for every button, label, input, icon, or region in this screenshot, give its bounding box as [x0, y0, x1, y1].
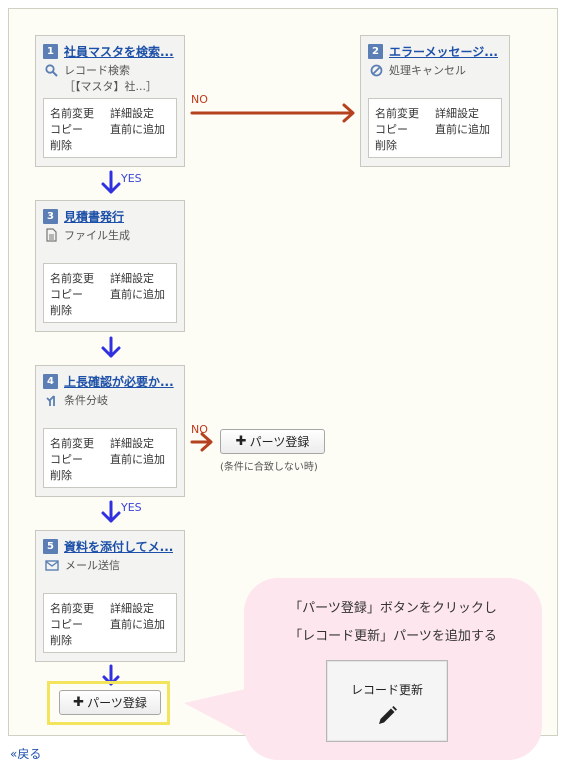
tooltip-line-2: 「レコード更新」パーツを追加する	[289, 629, 497, 644]
plus-icon: ✚	[73, 695, 85, 710]
record-update-part-button[interactable]: レコード更新	[326, 660, 448, 742]
add-parts-label: パーツ登録	[87, 696, 147, 710]
add-parts-button[interactable]: ✚ パーツ登録	[59, 690, 161, 715]
pencil-icon	[379, 706, 397, 724]
workflow-editor: NO YES NO YES 1 社員マスタを検索... レコード検索 ［【マスタ…	[0, 0, 568, 767]
tooltip-line-1: 「パーツ登録」ボタンをクリックし	[289, 601, 497, 616]
record-update-label: レコード更新	[350, 683, 423, 697]
tooltip-tail	[184, 688, 250, 738]
back-link[interactable]: «戻る	[10, 745, 41, 762]
